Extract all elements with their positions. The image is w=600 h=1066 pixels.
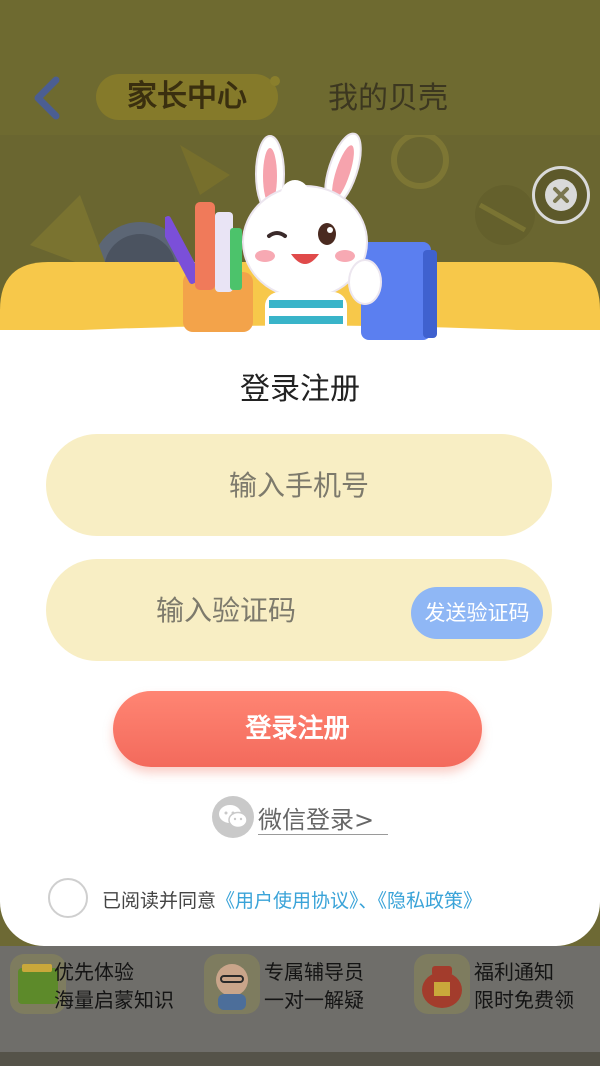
phone-input[interactable] bbox=[46, 434, 552, 536]
wechat-login-label: 微信登录> bbox=[258, 806, 375, 834]
feature-strip: 优先体验 海量启蒙知识 专属辅导员 一对一解疑 福利通知 限时免费领 bbox=[0, 946, 600, 1066]
agreement-text: 已阅读并同意《用户使用协议》、《隐私政策》 bbox=[102, 886, 482, 913]
login-register-button[interactable]: 登录注册 bbox=[113, 691, 482, 767]
tab-my-shells[interactable]: 我的贝壳 bbox=[328, 76, 498, 122]
feature-item-benefit[interactable]: 福利通知 限时免费领 bbox=[410, 946, 600, 1066]
user-agreement-link[interactable]: 《用户使用协议》 bbox=[216, 890, 359, 912]
wechat-login-link[interactable]: 微信登录> bbox=[212, 796, 392, 840]
modal-title: 登录注册 bbox=[240, 372, 360, 407]
rabbit-mascot-illustration bbox=[165, 132, 437, 340]
gift-bag-icon bbox=[414, 954, 470, 1014]
close-button[interactable] bbox=[532, 166, 590, 224]
agreement-row: 已阅读并同意《用户使用协议》、《隐私政策》 bbox=[48, 878, 568, 920]
send-code-button[interactable]: 发送验证码 bbox=[411, 587, 543, 639]
feature-item-tutor[interactable]: 专属辅导员 一对一解疑 bbox=[200, 946, 400, 1066]
feature-title: 专属辅导员 bbox=[264, 960, 364, 984]
tab-parent-center[interactable]: 家长中心 bbox=[96, 74, 278, 120]
feature-subtitle: 海量启蒙知识 bbox=[54, 988, 174, 1012]
agreement-prefix: 已阅读并同意 bbox=[102, 890, 217, 912]
privacy-policy-link[interactable]: 《隐私政策》 bbox=[378, 890, 483, 912]
background-header bbox=[0, 0, 600, 135]
agreement-separator: 、 bbox=[358, 890, 378, 912]
feature-title: 优先体验 bbox=[54, 960, 134, 984]
tab-decoration-dot bbox=[270, 76, 280, 86]
back-arrow-icon[interactable] bbox=[28, 72, 68, 124]
wechat-icon bbox=[212, 796, 254, 838]
feature-subtitle: 一对一解疑 bbox=[264, 988, 364, 1012]
feature-title: 福利通知 bbox=[474, 960, 554, 984]
agreement-checkbox[interactable] bbox=[48, 878, 88, 918]
feature-item-priority[interactable]: 优先体验 海量启蒙知识 bbox=[10, 946, 200, 1066]
wechat-underline bbox=[258, 834, 388, 835]
phone-field[interactable] bbox=[46, 434, 552, 536]
feature-subtitle: 限时免费领 bbox=[474, 988, 574, 1012]
close-icon bbox=[545, 179, 577, 211]
tab-parent-center-label: 家长中心 bbox=[127, 79, 247, 114]
tutor-icon bbox=[204, 954, 260, 1014]
bottom-strip bbox=[0, 1052, 600, 1066]
